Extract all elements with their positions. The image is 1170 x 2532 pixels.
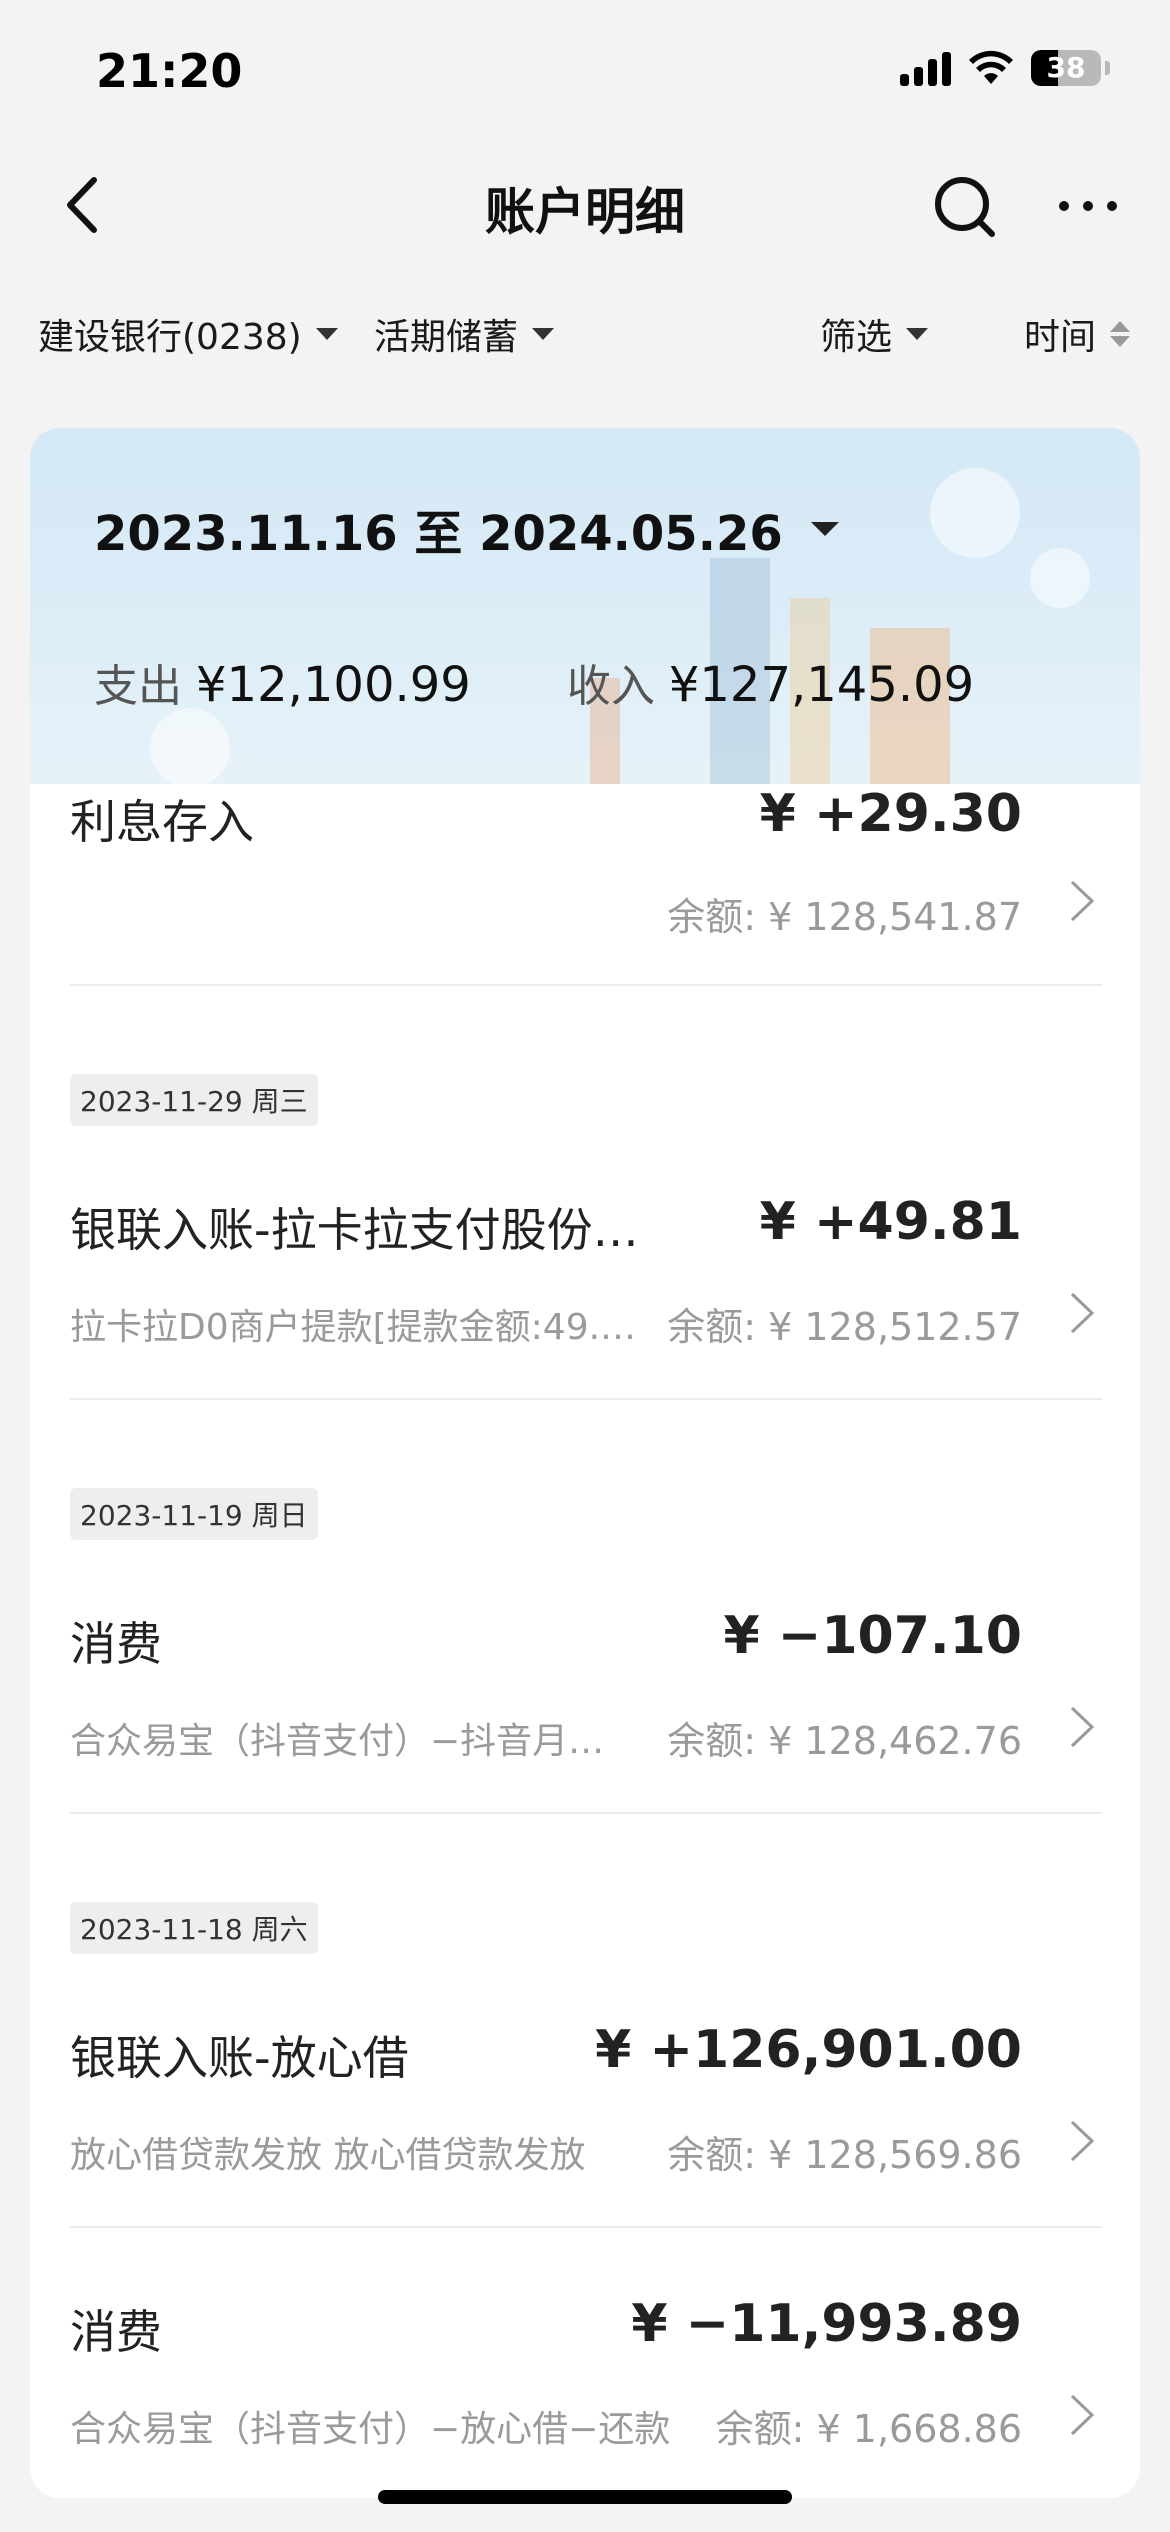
divider	[70, 984, 1102, 986]
transaction-description: 放心借贷款发放 放心借贷款发放	[70, 2135, 586, 2176]
caret-down-icon	[315, 328, 338, 340]
more-button[interactable]	[1052, 170, 1124, 242]
chevron-right-icon	[1070, 2120, 1095, 2162]
filter-row: 建设银行(0238) 活期储蓄 筛选 时间	[0, 300, 1170, 370]
status-time: 21:20	[96, 44, 243, 98]
income-value: ¥127,145.09	[668, 657, 975, 713]
totals: 支出 ¥12,100.99 收入 ¥127,145.09	[94, 650, 974, 714]
chevron-right-icon	[1070, 1706, 1095, 1748]
transaction-row[interactable]: 2023-11-19 周日 消费 ¥ −107.10 合众易宝（抖音支付）−抖音…	[30, 1402, 1140, 1816]
transaction-list: 利息存入 ¥ +29.30 余额: ¥ 128,541.87 2023-11-2…	[30, 784, 1140, 2460]
time-sort[interactable]: 时间	[1024, 308, 1131, 360]
expense-value: ¥12,100.99	[196, 657, 471, 713]
transaction-description: 合众易宝（抖音支付）−放心借−还款	[70, 2409, 671, 2450]
chevron-right-icon	[1070, 880, 1095, 922]
transaction-title: 消费	[70, 2305, 162, 2359]
battery-icon: 38	[1031, 50, 1101, 86]
date-range-selector[interactable]: 2023.11.16 至 2024.05.26	[94, 494, 839, 564]
deposit-type-filter-label: 活期储蓄	[374, 317, 519, 358]
expense-label: 支出	[94, 661, 182, 712]
decoration	[930, 468, 1020, 558]
search-button[interactable]	[928, 170, 1000, 242]
screen-filter[interactable]: 筛选	[820, 308, 929, 360]
chevron-right-icon	[1070, 2394, 1095, 2436]
status-icons: 38	[900, 50, 1110, 86]
date-tag: 2023-11-18 周六	[70, 1902, 318, 1954]
decoration	[150, 708, 230, 784]
transaction-amount: ¥ −107.10	[723, 1606, 1022, 1666]
summary-banner: 2023.11.16 至 2024.05.26 支出 ¥12,100.99 收入 ¥…	[30, 428, 1140, 784]
wifi-icon	[969, 50, 1013, 84]
transaction-row[interactable]: 消费 ¥ −11,993.89 合众易宝（抖音支付）−放心借−还款 余额: ¥ …	[30, 2230, 1140, 2460]
decoration	[1030, 548, 1090, 608]
transaction-title: 利息存入	[70, 795, 254, 849]
battery-tip	[1105, 61, 1110, 75]
sort-icon	[1110, 321, 1131, 347]
transaction-balance: 余额: ¥ 128,462.76	[667, 1719, 1022, 1763]
transaction-title: 银联入账-拉卡拉支付股份…	[70, 1203, 639, 1257]
transaction-balance: 余额: ¥ 128,541.87	[667, 895, 1022, 939]
cellular-signal-icon	[900, 50, 951, 86]
divider	[70, 2226, 1102, 2228]
more-icon	[1059, 201, 1117, 211]
income-label: 收入	[566, 661, 655, 712]
date-range-label: 2023.11.16 至 2024.05.26	[94, 506, 783, 562]
caret-down-icon	[906, 328, 929, 340]
deposit-type-filter[interactable]: 活期储蓄	[374, 308, 555, 360]
transaction-balance: 余额: ¥ 1,668.86	[715, 2407, 1022, 2451]
account-filter-label: 建设银行(0238)	[38, 317, 302, 358]
transaction-amount: ¥ +49.81	[759, 1192, 1022, 1252]
date-tag: 2023-11-29 周三	[70, 1074, 318, 1126]
transaction-amount: ¥ +29.30	[759, 784, 1022, 844]
nav-bar: 账户明细	[0, 150, 1170, 265]
transaction-title: 银联入账-放心借	[70, 2031, 409, 2085]
transaction-row[interactable]: 利息存入 ¥ +29.30 余额: ¥ 128,541.87	[30, 784, 1140, 988]
caret-down-icon	[532, 328, 555, 340]
battery-percent: 38	[1046, 51, 1086, 84]
transaction-title: 消费	[70, 1617, 162, 1671]
income-total: 收入 ¥127,145.09	[567, 650, 974, 714]
account-filter[interactable]: 建设银行(0238)	[38, 308, 338, 360]
caret-down-icon	[810, 522, 839, 536]
home-indicator[interactable]	[378, 2490, 792, 2504]
transaction-description: 拉卡拉D0商户提款[提款金额:49.…	[70, 1307, 637, 1348]
screen-filter-label: 筛选	[820, 317, 893, 358]
transaction-balance: 余额: ¥ 128,569.86	[667, 2133, 1022, 2177]
chevron-right-icon	[1070, 1292, 1095, 1334]
transaction-amount: ¥ −11,993.89	[631, 2294, 1022, 2354]
date-tag: 2023-11-19 周日	[70, 1488, 318, 1540]
transaction-row[interactable]: 2023-11-18 周六 银联入账-放心借 ¥ +126,901.00 放心借…	[30, 1816, 1140, 2230]
transaction-row[interactable]: 2023-11-29 周三 银联入账-拉卡拉支付股份… ¥ +49.81 拉卡拉…	[30, 988, 1140, 1402]
transaction-description: 合众易宝（抖音支付）−抖音月…	[70, 1721, 605, 1762]
transaction-balance: 余额: ¥ 128,512.57	[667, 1305, 1022, 1349]
search-icon	[935, 177, 995, 237]
status-bar: 21:20 38	[0, 0, 1170, 150]
expense-total: 支出 ¥12,100.99	[94, 650, 471, 714]
statement-card: 2023.11.16 至 2024.05.26 支出 ¥12,100.99 收入 ¥…	[30, 428, 1140, 2498]
time-sort-label: 时间	[1024, 317, 1097, 358]
transaction-amount: ¥ +126,901.00	[595, 2020, 1022, 2080]
divider	[70, 1812, 1102, 1814]
divider	[70, 1398, 1102, 1400]
